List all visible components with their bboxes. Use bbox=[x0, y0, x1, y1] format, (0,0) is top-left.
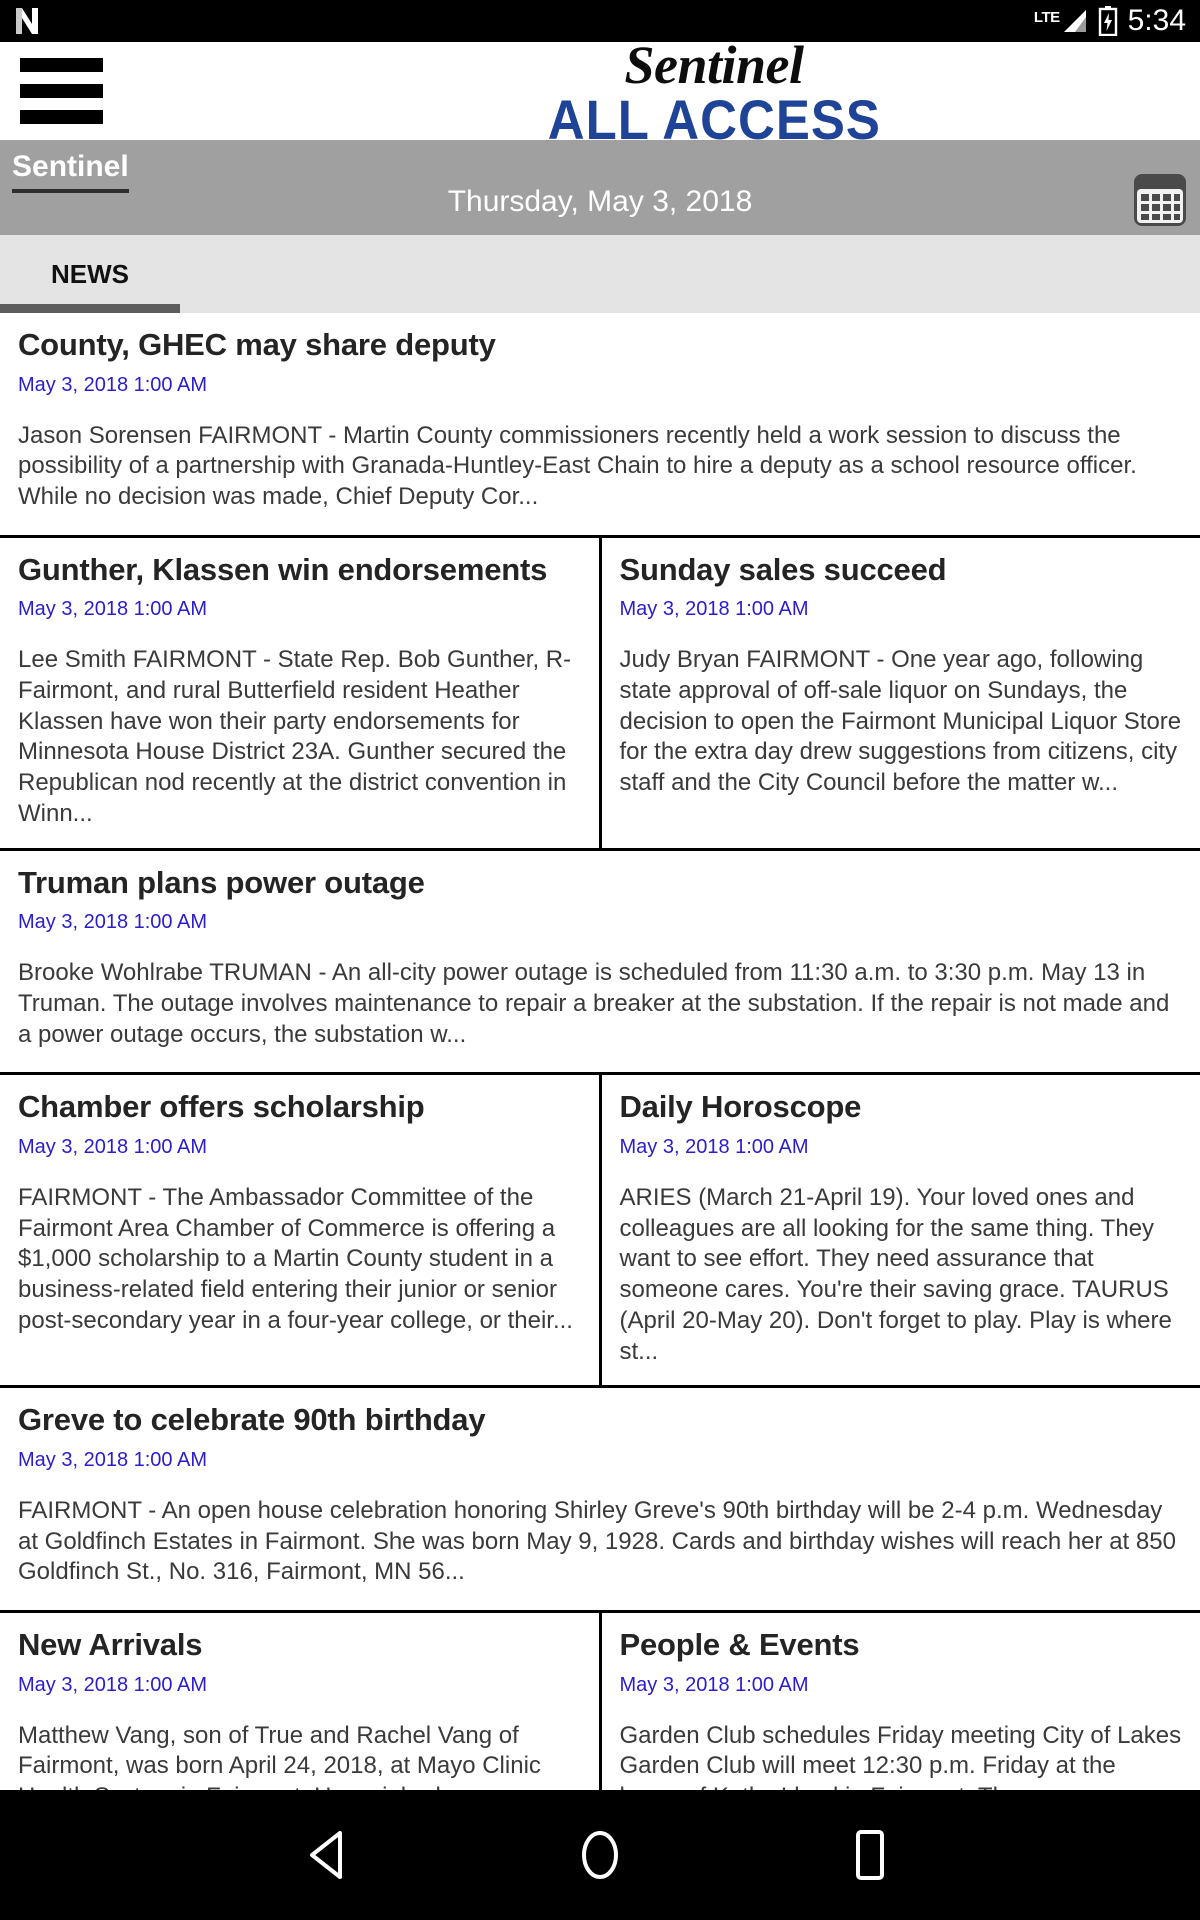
tab-news-label: NEWS bbox=[51, 258, 129, 289]
article-row: County, GHEC may share deputy May 3, 201… bbox=[0, 313, 1200, 535]
lte-label: LTE bbox=[1033, 9, 1060, 26]
app-header: Sentinel ALL ACCESS bbox=[0, 35, 1200, 148]
article-headline: New Arrivals bbox=[18, 1626, 203, 1662]
hamburger-bar-1 bbox=[20, 58, 103, 72]
article-headline: Chamber offers scholarship bbox=[18, 1089, 425, 1125]
edition-date: Thursday, May 3, 2018 bbox=[447, 184, 753, 218]
article-feed[interactable]: County, GHEC may share deputy May 3, 201… bbox=[0, 313, 1200, 1790]
article-excerpt: FAIRMONT - An open house celebration hon… bbox=[18, 1496, 1176, 1586]
article-headline: People & Events bbox=[619, 1626, 860, 1662]
article-row: Greve to celebrate 90th birthday May 3, … bbox=[0, 1385, 1200, 1610]
article-timestamp: May 3, 2018 1:00 AM bbox=[18, 1673, 208, 1696]
article-excerpt: Jason Sorensen FAIRMONT - Martin County … bbox=[18, 421, 1137, 511]
article-row: Chamber offers scholarship May 3, 2018 1… bbox=[0, 1072, 1200, 1386]
article-excerpt: Judy Bryan FAIRMONT - One year ago, foll… bbox=[619, 646, 1182, 797]
phone-screen: LTE 5:34 Sentinel ALL ACCESS Sentinel Th… bbox=[0, 0, 1200, 1920]
article-timestamp: May 3, 2018 1:00 AM bbox=[619, 598, 809, 621]
article-headline: Greve to celebrate 90th birthday bbox=[18, 1402, 486, 1438]
article-card[interactable]: Truman plans power outage May 3, 2018 1:… bbox=[0, 851, 1200, 1073]
article-headline: Daily Horoscope bbox=[619, 1089, 862, 1125]
brand-logo-sentinel: Sentinel bbox=[624, 35, 804, 96]
article-card[interactable]: Chamber offers scholarship May 3, 2018 1… bbox=[0, 1075, 599, 1385]
article-card[interactable]: Daily Horoscope May 3, 2018 1:00 AM ARIE… bbox=[598, 1075, 1200, 1386]
signal-bars-icon bbox=[1062, 8, 1088, 34]
article-card[interactable]: Sunday sales succeed May 3, 2018 1:00 AM… bbox=[598, 537, 1200, 848]
article-timestamp: May 3, 2018 1:00 AM bbox=[18, 911, 208, 934]
netflix-n-icon bbox=[14, 6, 40, 36]
article-card[interactable]: New Arrivals May 3, 2018 1:00 AM Matthew… bbox=[0, 1613, 599, 1790]
article-card[interactable]: People & Events May 3, 2018 1:00 AM Gard… bbox=[598, 1612, 1200, 1790]
article-card[interactable]: County, GHEC may share deputy May 3, 201… bbox=[0, 313, 1200, 535]
hamburger-menu-icon[interactable] bbox=[20, 58, 103, 124]
article-headline: Gunther, Klassen win endorsements bbox=[18, 551, 548, 587]
android-navigation-bar bbox=[0, 1790, 1200, 1920]
article-timestamp: May 3, 2018 1:00 AM bbox=[619, 1135, 809, 1158]
hamburger-bar-2 bbox=[20, 84, 103, 98]
status-bar-right: LTE 5:34 bbox=[1034, 4, 1186, 37]
article-excerpt: Brooke Wohlrabe TRUMAN - An all-city pow… bbox=[18, 959, 1170, 1048]
article-timestamp: May 3, 2018 1:00 AM bbox=[619, 1673, 809, 1696]
article-headline: Sunday sales succeed bbox=[619, 551, 947, 587]
article-excerpt: ARIES (March 21-April 19). Your loved on… bbox=[619, 1183, 1172, 1365]
recents-square-icon[interactable] bbox=[835, 1820, 905, 1890]
tab-news[interactable]: NEWS bbox=[0, 235, 180, 313]
section-tabs: NEWS bbox=[0, 235, 1200, 313]
article-row: Truman plans power outage May 3, 2018 1:… bbox=[0, 847, 1200, 1073]
article-timestamp: May 3, 2018 1:00 AM bbox=[18, 598, 208, 621]
article-excerpt: Matthew Vang, son of True and Rachel Van… bbox=[18, 1721, 541, 1790]
clock-time: 5:34 bbox=[1127, 4, 1186, 37]
article-timestamp: May 3, 2018 1:00 AM bbox=[18, 373, 208, 396]
network-indicator: LTE bbox=[1034, 8, 1088, 34]
article-row: Gunther, Klassen win endorsements May 3,… bbox=[0, 534, 1200, 848]
section-navbar: Sentinel Thursday, May 3, 2018 bbox=[0, 140, 1200, 235]
article-excerpt: FAIRMONT - The Ambassador Committee of t… bbox=[18, 1183, 573, 1334]
brand-logo: Sentinel ALL ACCESS bbox=[0, 35, 1200, 148]
calendar-icon[interactable] bbox=[1132, 172, 1188, 228]
article-row: New Arrivals May 3, 2018 1:00 AM Matthew… bbox=[0, 1609, 1200, 1790]
article-excerpt: Lee Smith FAIRMONT - State Rep. Bob Gunt… bbox=[18, 646, 572, 827]
status-bar: LTE 5:34 bbox=[0, 0, 1200, 42]
article-timestamp: May 3, 2018 1:00 AM bbox=[18, 1135, 208, 1158]
article-headline: Truman plans power outage bbox=[18, 864, 425, 900]
article-headline: County, GHEC may share deputy bbox=[18, 327, 496, 362]
article-card[interactable]: Gunther, Klassen win endorsements May 3,… bbox=[0, 538, 599, 848]
battery-charging-icon bbox=[1098, 6, 1118, 37]
article-card[interactable]: Greve to celebrate 90th birthday May 3, … bbox=[0, 1388, 1200, 1610]
back-triangle-icon[interactable] bbox=[295, 1820, 365, 1890]
article-timestamp: May 3, 2018 1:00 AM bbox=[18, 1448, 208, 1471]
article-excerpt: Garden Club schedules Friday meeting Cit… bbox=[619, 1721, 1182, 1790]
hamburger-bar-3 bbox=[20, 110, 103, 124]
home-circle-icon[interactable] bbox=[565, 1820, 635, 1890]
status-bar-left bbox=[14, 6, 40, 36]
